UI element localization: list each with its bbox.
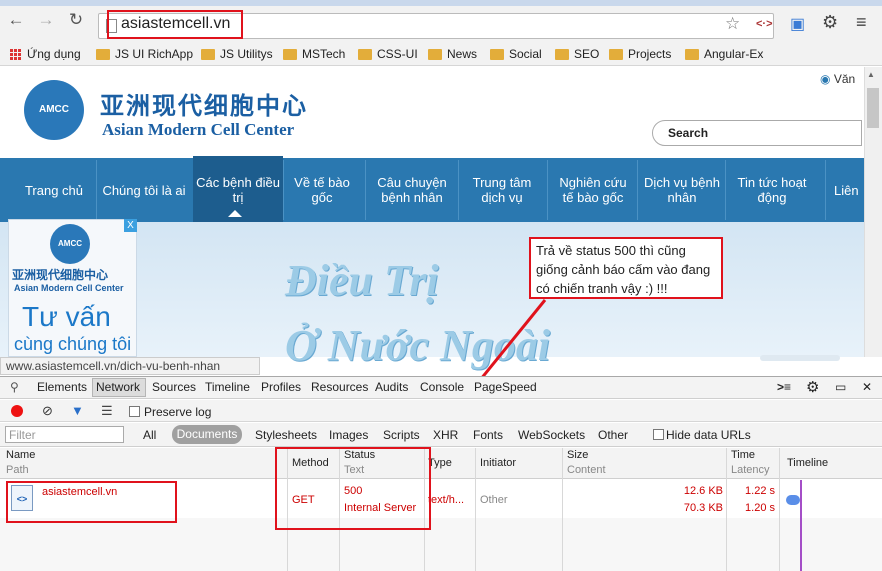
col-header-initiator[interactable]: Initiator: [480, 457, 516, 469]
col-header-time[interactable]: Time: [731, 449, 755, 461]
clear-icon[interactable]: ⊘: [42, 403, 53, 419]
col-header-type[interactable]: Type: [428, 457, 452, 469]
row-initiator: Other: [480, 494, 508, 506]
row-size: 12.6 KB: [683, 485, 723, 497]
type-filter-other[interactable]: Other: [598, 428, 628, 442]
tab-pagespeed[interactable]: PageSpeed: [474, 380, 537, 394]
row-time: 1.22 s: [745, 485, 775, 497]
col-header-timeline[interactable]: Timeline: [787, 457, 828, 469]
tab-profiles[interactable]: Profiles: [261, 380, 301, 394]
tab-network[interactable]: Network: [96, 380, 140, 394]
type-filter-images[interactable]: Images: [329, 428, 368, 442]
name-highlight-box: [6, 481, 177, 523]
tab-timeline[interactable]: Timeline: [205, 380, 250, 394]
drawer-toggle-icon[interactable]: >≡: [777, 380, 791, 394]
column-divider: [475, 448, 476, 571]
type-filter-documents[interactable]: Documents: [172, 425, 242, 444]
type-filter-xhr[interactable]: XHR: [433, 428, 458, 442]
tab-elements[interactable]: Elements: [37, 380, 87, 394]
link-status-bar: www.asiastemcell.vn/dich-vu-benh-nhan: [0, 357, 260, 375]
row-latency: 1.20 s: [745, 502, 775, 514]
hide-data-urls-label: Hide data URLs: [666, 428, 751, 442]
hide-data-urls-checkbox[interactable]: [653, 429, 664, 440]
column-divider: [562, 448, 563, 571]
tab-resources[interactable]: Resources: [311, 380, 368, 394]
col-header-size[interactable]: Size: [567, 449, 588, 461]
preserve-log-label: Preserve log: [144, 405, 212, 419]
timeline-bar: [786, 495, 800, 505]
col-header-content[interactable]: Content: [567, 464, 606, 476]
col-header-latency[interactable]: Latency: [731, 464, 770, 476]
tab-console[interactable]: Console: [420, 380, 464, 394]
column-divider: [779, 448, 780, 571]
col-header-path[interactable]: Path: [6, 464, 29, 476]
filter-funnel-icon[interactable]: ▼: [71, 403, 84, 418]
col-header-name[interactable]: Name: [6, 449, 35, 461]
filter-input[interactable]: Filter: [5, 426, 124, 443]
large-rows-icon[interactable]: ☰: [101, 403, 113, 419]
close-devtools-icon[interactable]: ✕: [862, 380, 872, 394]
devtools-settings-gear-icon[interactable]: ⚙: [806, 378, 819, 396]
grid-filler: [0, 518, 882, 571]
preserve-log-checkbox[interactable]: [129, 406, 140, 417]
row-type: text/h...: [428, 494, 465, 506]
row-content: 70.3 KB: [683, 502, 723, 514]
type-filter-websockets[interactable]: WebSockets: [518, 428, 585, 442]
type-filter-fonts[interactable]: Fonts: [473, 428, 503, 442]
tab-sources[interactable]: Sources: [152, 380, 196, 394]
timeline-marker-line: [800, 480, 802, 571]
record-icon[interactable]: [11, 405, 23, 417]
dock-icon[interactable]: ▭: [835, 380, 846, 394]
type-filter-scripts[interactable]: Scripts: [383, 428, 420, 442]
tab-audits[interactable]: Audits: [375, 380, 408, 394]
column-divider: [726, 448, 727, 571]
search-icon[interactable]: ⚲: [10, 380, 19, 394]
type-filter-all[interactable]: All: [143, 428, 156, 442]
type-filter-stylesheets[interactable]: Stylesheets: [255, 428, 317, 442]
status-highlight-box: [275, 447, 431, 530]
